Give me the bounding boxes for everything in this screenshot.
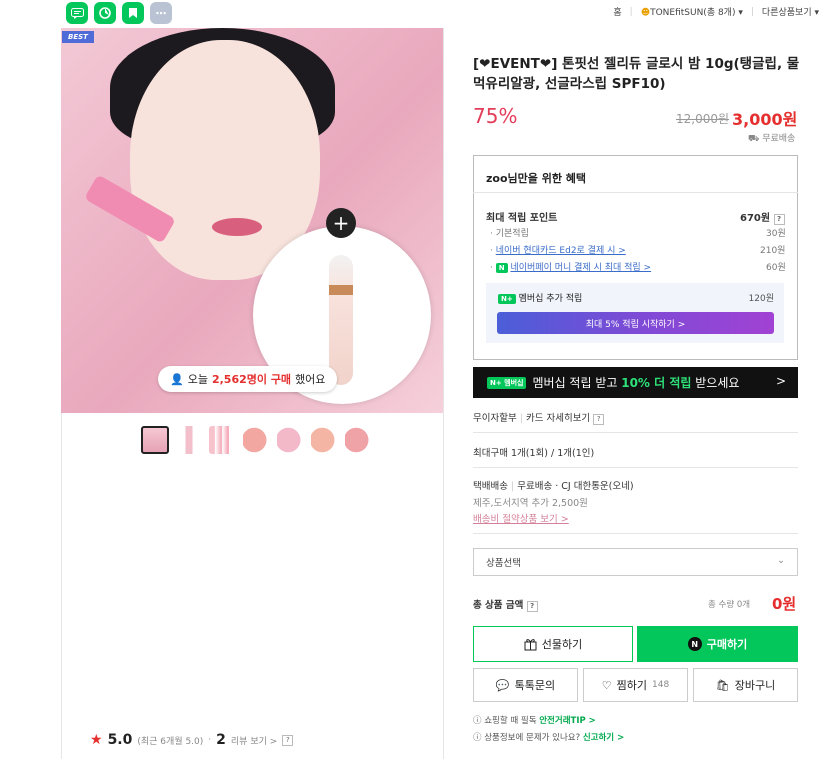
review-link[interactable]: 리뷰 보기 >: [231, 734, 277, 747]
jeju-fee: 제주,도서지역 추가 2,500원: [473, 498, 588, 509]
gift-icon: [524, 638, 537, 650]
membership-banner[interactable]: N+ 멤버십 멤버십 적립 받고 10% 더 적립 받으세요 >: [473, 367, 798, 398]
heart-icon: ♡: [601, 678, 612, 692]
purchase-count-pill: 👤 오늘 2,562명이 구매 했어요: [158, 366, 338, 392]
points-row-basic: · 기본적립: [490, 229, 529, 239]
buy-button[interactable]: N 구매하기: [637, 626, 798, 662]
share-icons: ⋯: [66, 2, 172, 24]
thumbnail[interactable]: [311, 426, 339, 454]
report-link[interactable]: 신고하기 >: [583, 733, 624, 743]
points-row-basic-value: 30원: [766, 229, 786, 239]
thumbnail[interactable]: [277, 426, 305, 454]
total-help-icon[interactable]: ?: [526, 600, 538, 612]
thumbnail[interactable]: [243, 426, 271, 454]
card-help-icon[interactable]: ?: [593, 413, 605, 425]
points-row-card[interactable]: · 네이버 현대카드 Ed2로 결제 시 >: [490, 243, 626, 256]
discount-rate: 75%: [473, 104, 518, 128]
points-row-card-value: 210원: [760, 246, 786, 256]
talk-inquiry-button[interactable]: 💬 톡톡문의: [473, 668, 578, 702]
nplus-icon: N+: [498, 294, 516, 304]
chevron-down-icon: ⌄: [777, 555, 785, 566]
thumbnail[interactable]: [345, 426, 373, 454]
rating-summary: ★ 5.0 (최근 6개월 5.0) · 2 리뷰 보기 > ?: [90, 732, 294, 748]
original-price: 12,000원: [676, 112, 730, 126]
other-products-link[interactable]: 다른상품보기 ▾: [762, 5, 819, 18]
rating-score: 5.0: [107, 732, 133, 748]
divider: [473, 467, 798, 468]
option-select[interactable]: 상품선택 ⌄: [473, 548, 798, 576]
safe-trade-row: ⓘ 쇼핑할 때 필독 안전거래TIP >: [473, 716, 596, 726]
total-label: 총 상품 금액 ?: [473, 597, 538, 612]
membership-start-button[interactable]: 최대 5% 적립 시작하기 >: [497, 312, 774, 334]
points-row-npay[interactable]: · N 네이버페이 머니 결제 시 최대 적립 >: [490, 260, 651, 273]
shipping-info: ⛟ 무료배송: [748, 134, 796, 144]
wish-button[interactable]: ♡ 찜하기 148: [583, 668, 688, 702]
max-points-label: 최대 적립 포인트: [486, 213, 558, 224]
thumbnail[interactable]: [209, 426, 237, 454]
npay-icon: N: [687, 637, 702, 651]
review-count: 2: [216, 732, 226, 748]
chevron-right-icon: >: [775, 374, 786, 388]
person-icon: 👤: [170, 372, 184, 386]
store-icon: ☻: [640, 8, 651, 18]
card-detail-link[interactable]: 카드 자세히보기: [526, 413, 590, 424]
store-link[interactable]: ☻TONEfitSUN(총 8개) ▾: [641, 5, 743, 18]
top-nav: 홈 | ☻TONEfitSUN(총 8개) ▾ | 다른상품보기 ▾: [613, 5, 819, 19]
npay-icon: N: [495, 263, 508, 273]
divider: [473, 432, 798, 433]
best-badge: BEST: [62, 31, 94, 43]
truck-icon: ⛟: [748, 134, 760, 144]
total-qty: 총 수량 0개: [708, 600, 751, 610]
lip-stick-image: [329, 255, 353, 385]
sale-price: 3,000원: [732, 110, 798, 129]
max-points-value: 670원 ?: [740, 209, 785, 225]
points-row-npay-value: 60원: [766, 263, 786, 273]
thumbnail[interactable]: [141, 426, 169, 454]
membership-label: 멤버십 추가 적립: [518, 294, 583, 304]
membership-tag: N+ 멤버십: [487, 376, 527, 389]
talk-icon[interactable]: [66, 2, 88, 24]
purchase-count: 2,562명이 구매: [211, 373, 292, 386]
total-amount: 0원: [772, 595, 797, 613]
installment-row: 무이자할부 | 카드 자세히보기 ?: [473, 410, 605, 425]
model-lips: [212, 218, 262, 236]
points-help-icon[interactable]: ?: [773, 213, 785, 225]
rating-help-icon[interactable]: ?: [282, 734, 294, 746]
divider-right: [443, 28, 444, 759]
chat-icon: 💬: [495, 678, 510, 692]
delivery-row: 택배배송 | 무료배송 · CJ 대한통운(오네): [473, 481, 634, 492]
saving-link[interactable]: 배송비 절약상품 보기 >: [473, 511, 569, 525]
wish-count: 148: [652, 680, 670, 690]
cafe-icon[interactable]: [94, 2, 116, 24]
rating-recent: (최근 6개월 5.0): [137, 736, 204, 747]
thumbnail[interactable]: [175, 426, 203, 454]
safe-trade-link[interactable]: 안전거래TIP >: [539, 716, 596, 726]
membership-value: 120원: [748, 294, 774, 304]
thumbnail-strip: [141, 426, 373, 454]
more-icon[interactable]: ⋯: [150, 2, 172, 24]
report-row: ⓘ 상품정보에 문제가 있나요? 신고하기 >: [473, 733, 625, 743]
lip-stick-band: [329, 285, 353, 295]
cart-icon: 🛍: [715, 678, 730, 692]
plus-icon[interactable]: +: [326, 208, 356, 238]
home-link[interactable]: 홈: [613, 5, 621, 18]
benefit-divider: [473, 192, 798, 193]
bookmark-icon[interactable]: [122, 2, 144, 24]
divider: [473, 533, 798, 534]
star-icon: ★: [90, 732, 103, 748]
gift-button[interactable]: 선물하기: [473, 626, 633, 662]
benefit-heading: zoo님만을 위한 혜택: [486, 172, 587, 185]
max-purchase: 최대구매 1개(1회) / 1개(1인): [473, 448, 595, 459]
product-title: [❤EVENT❤] 톤핏선 젤리듀 글로시 밤 10g(탱글립, 물먹유리알광,…: [473, 56, 800, 92]
cart-button[interactable]: 🛍 장바구니: [693, 668, 798, 702]
